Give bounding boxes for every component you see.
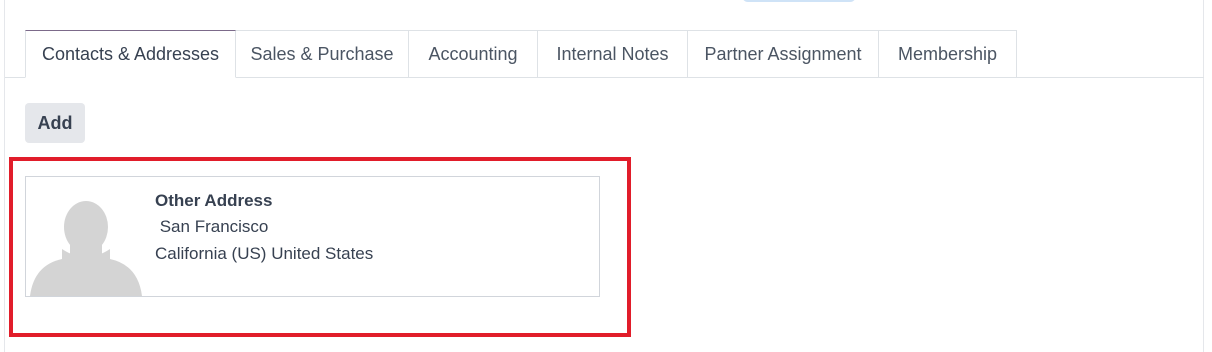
notebook-tabs: Contacts & Addresses Sales & Purchase Ac… <box>25 30 1017 78</box>
contact-card-title: Other Address <box>155 191 273 210</box>
tab-accounting[interactable]: Accounting <box>409 30 538 77</box>
contact-card[interactable]: Other Address San Francisco California (… <box>25 176 600 297</box>
tab-internal-notes[interactable]: Internal Notes <box>538 30 688 77</box>
contact-card-region: California (US) United States <box>155 244 374 263</box>
contact-card-city: San Francisco <box>155 217 269 236</box>
add-contact-button[interactable]: Add <box>25 103 85 143</box>
person-placeholder-icon <box>26 177 144 296</box>
tab-partner-assignment[interactable]: Partner Assignment <box>688 30 879 77</box>
tab-contacts-addresses[interactable]: Contacts & Addresses <box>25 30 236 78</box>
tab-membership[interactable]: Membership <box>879 30 1017 77</box>
tab-sales-purchase[interactable]: Sales & Purchase <box>236 30 409 77</box>
